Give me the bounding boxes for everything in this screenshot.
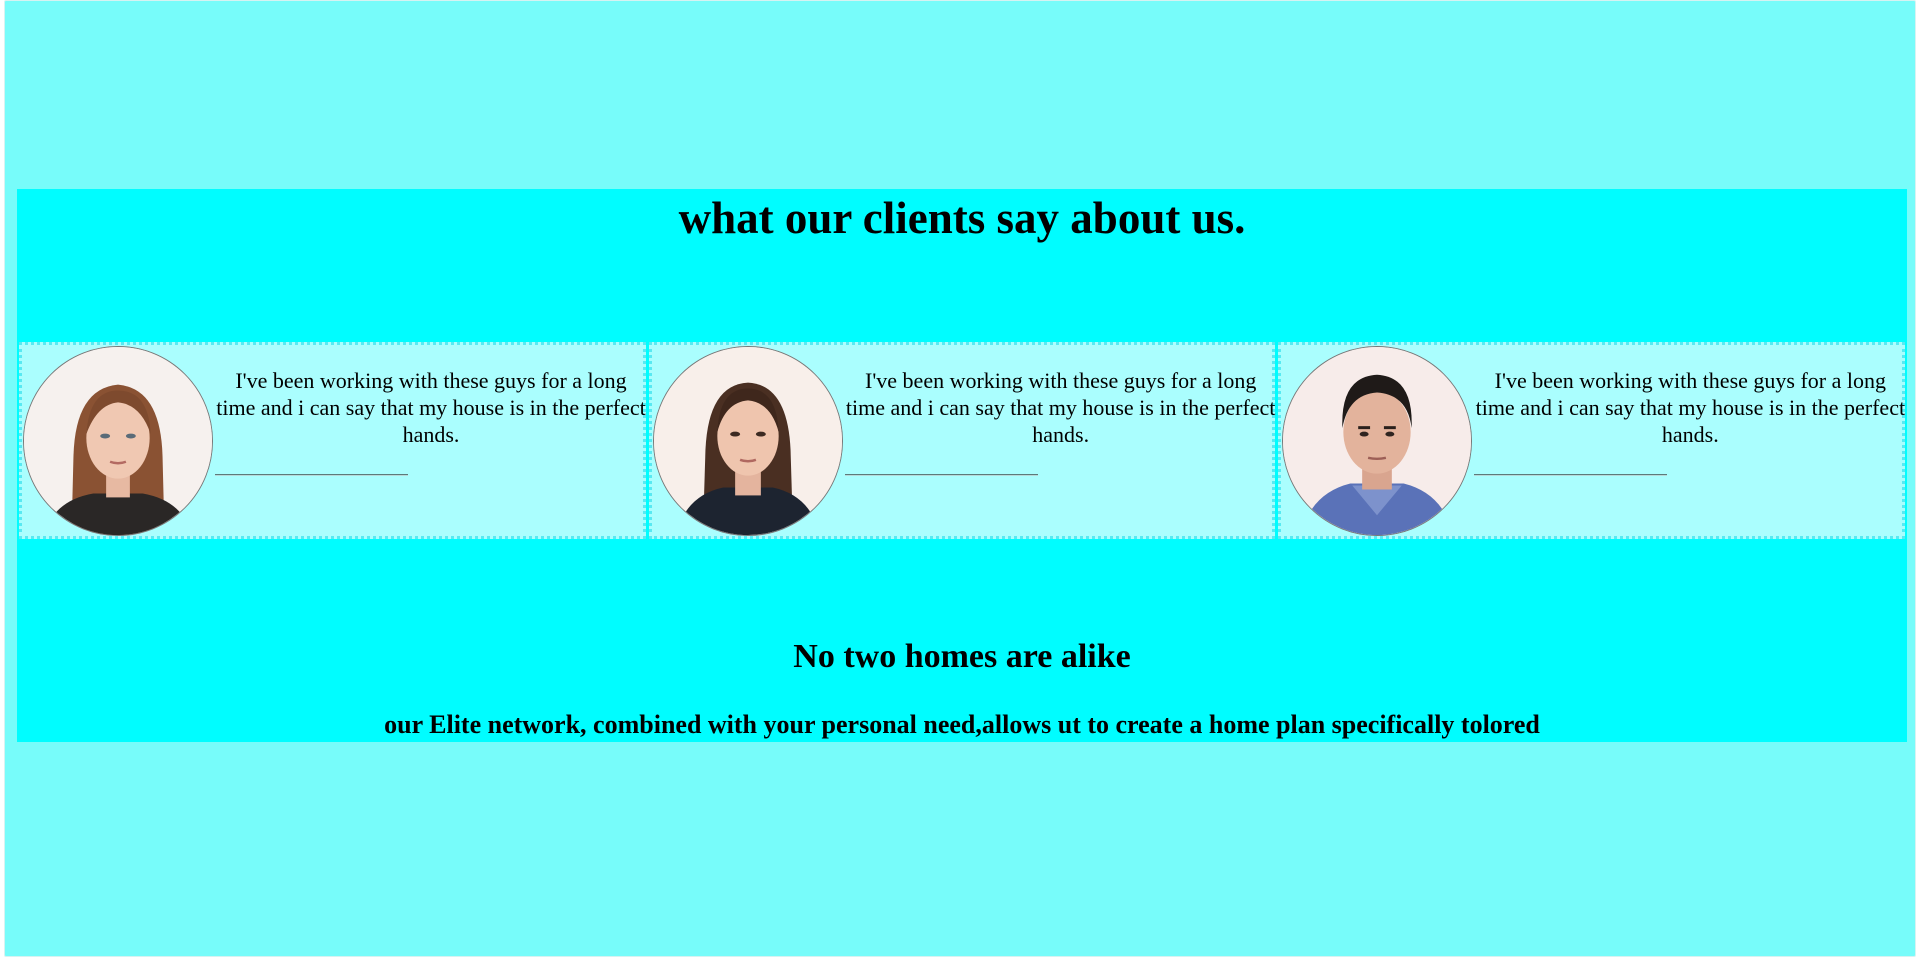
testimonial-quote-2: I've been working with these guys for a …	[845, 368, 1276, 447]
promo-tagline: our Elite network, combined with your pe…	[384, 710, 1540, 739]
testimonial-quote-1: I've been working with these guys for a …	[216, 368, 646, 447]
client-photo-1	[23, 346, 213, 536]
testimonial-card-3: I've been working with these guys for a …	[1278, 342, 1905, 539]
quote-divider-3	[1474, 474, 1668, 475]
man-portrait-icon	[1283, 347, 1472, 535]
testimonials-section: what our clients say about us. I've been…	[17, 189, 1907, 742]
client-photo-2	[652, 346, 843, 536]
testimonial-cards: I've been working with these guys for a …	[19, 342, 1905, 539]
testimonials-heading: what our clients say about us.	[678, 193, 1246, 243]
testimonial-quote-3: I've been working with these guys for a …	[1475, 368, 1906, 447]
promo-heading: No two homes are alike	[793, 638, 1131, 675]
woman-portrait-icon	[24, 347, 212, 535]
quote-divider-1	[215, 474, 408, 475]
client-photo-3	[1282, 346, 1473, 536]
woman-portrait-icon	[653, 347, 842, 535]
page-background: what our clients say about us. I've been…	[4, 0, 1916, 957]
testimonial-card-2: I've been working with these guys for a …	[648, 342, 1276, 539]
quote-divider-2	[844, 474, 1038, 475]
testimonial-card-1: I've been working with these guys for a …	[19, 342, 646, 539]
